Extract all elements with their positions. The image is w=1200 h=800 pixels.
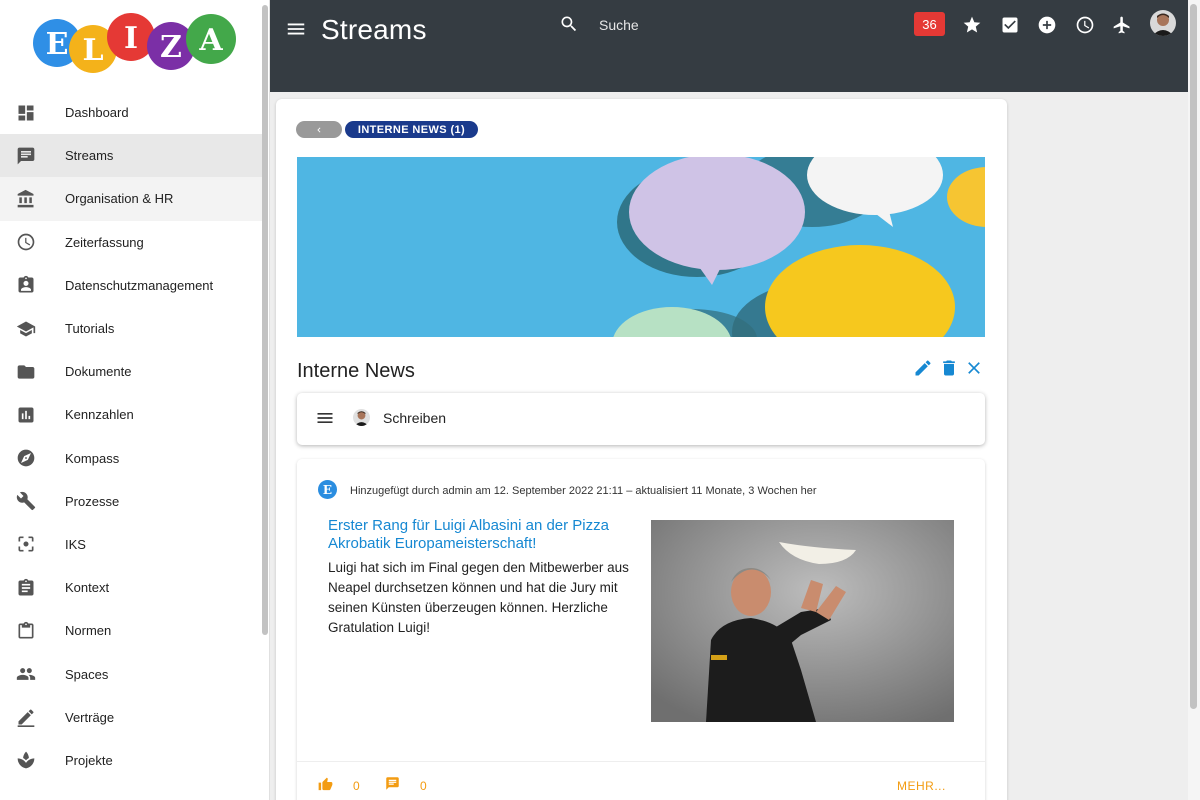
sidebar-item-label: Tutorials xyxy=(65,321,115,337)
svg-text:Z: Z xyxy=(160,30,182,65)
page-title: Streams xyxy=(321,14,427,45)
sidebar-item-label: Dokumente xyxy=(65,364,132,380)
sidebar-item-label: Prozesse xyxy=(65,493,120,509)
sidebar-item-spaces[interactable]: Spaces xyxy=(0,652,262,695)
clock-icon xyxy=(15,231,37,253)
sidebar-item-dokumente[interactable]: Dokumente xyxy=(0,350,262,393)
thumbs-up-icon[interactable] xyxy=(318,777,334,793)
edit-icon[interactable] xyxy=(913,358,933,378)
sidebar-item-datenschutzmanagement[interactable]: Datenschutzmanagement xyxy=(0,264,262,307)
comment-count: 0 xyxy=(420,779,427,793)
sidebar-scrollbar[interactable] xyxy=(262,5,268,635)
sidebar-item-streams[interactable]: Streams xyxy=(0,134,262,178)
top-header: Streams 36 xyxy=(270,0,1188,92)
clipboard-icon xyxy=(15,620,37,642)
post-body: Luigi hat sich im Final gegen den Mitbew… xyxy=(328,560,629,635)
write-label: Schreiben xyxy=(383,410,447,426)
dashboard-icon xyxy=(15,102,37,124)
sidebar-item-label: Kontext xyxy=(65,580,110,596)
menu-icon[interactable] xyxy=(315,408,335,428)
add-circle-icon[interactable] xyxy=(1036,14,1058,36)
sidebar-item-prozesse[interactable]: Prozesse xyxy=(0,480,262,523)
sidebar-item-normen[interactable]: Normen xyxy=(0,609,262,652)
stream-chip[interactable]: INTERNE NEWS (1) xyxy=(345,121,478,138)
sidebar-item-label: Projekte xyxy=(65,752,113,768)
post-image[interactable] xyxy=(651,520,954,722)
star-icon[interactable] xyxy=(961,14,983,36)
news-post: E Hinzugefügt durch admin am 12. Septemb… xyxy=(297,459,985,800)
close-icon[interactable] xyxy=(964,358,984,378)
sidebar-item-vertraege[interactable]: Verträge xyxy=(0,696,262,739)
sidebar: E L I Z A Dashboard Streams Organisation… xyxy=(0,0,270,800)
section-title: Interne News xyxy=(297,360,415,382)
menu-icon[interactable] xyxy=(285,18,307,40)
more-link[interactable]: MEHR... xyxy=(897,779,946,793)
clock-icon[interactable] xyxy=(1074,14,1096,36)
sidebar-item-kompass[interactable]: Kompass xyxy=(0,437,262,480)
search-input[interactable] xyxy=(599,14,849,36)
sidebar-item-iks[interactable]: IKS xyxy=(0,523,262,566)
svg-text:A: A xyxy=(198,23,223,58)
like-count: 0 xyxy=(353,779,360,793)
sidebar-item-dashboard[interactable]: Dashboard xyxy=(0,91,262,134)
sidebar-item-label: Verträge xyxy=(65,709,115,725)
svg-text:I: I xyxy=(124,21,138,56)
svg-text:L: L xyxy=(82,33,103,68)
search-icon[interactable] xyxy=(559,14,581,36)
assignment-icon xyxy=(15,577,37,599)
stream-banner-image xyxy=(297,157,985,337)
avatar xyxy=(353,409,370,426)
sidebar-item-label: Organisation & HR xyxy=(65,191,174,207)
post-divider xyxy=(297,761,985,762)
sidebar-item-label: Dashboard xyxy=(65,105,129,121)
back-button[interactable] xyxy=(296,121,342,138)
sidebar-nav: Dashboard Streams Organisation & HR Zeit… xyxy=(0,91,262,782)
pen-icon xyxy=(15,706,37,728)
folder-icon xyxy=(15,361,37,383)
eliza-logo[interactable]: E L I Z A xyxy=(30,8,245,78)
sidebar-item-label: Spaces xyxy=(65,666,109,682)
chevron-left-icon xyxy=(317,127,321,132)
focus-icon xyxy=(15,533,37,555)
chat-icon xyxy=(15,145,37,167)
spa-icon xyxy=(15,749,37,771)
sidebar-item-projekte[interactable]: Projekte xyxy=(0,739,262,782)
sidebar-item-tutorials[interactable]: Tutorials xyxy=(0,307,262,350)
airplane-icon[interactable] xyxy=(1111,14,1133,36)
sidebar-item-label: Datenschutzmanagement xyxy=(65,277,214,293)
bar-chart-icon xyxy=(15,404,37,426)
sidebar-item-zeiterfassung[interactable]: Zeiterfassung xyxy=(0,221,262,264)
sidebar-item-label: Zeiterfassung xyxy=(65,234,144,250)
sidebar-item-organisation-hr[interactable]: Organisation & HR xyxy=(0,177,262,221)
sidebar-item-label: IKS xyxy=(65,536,86,552)
post-title[interactable]: Erster Rang für Luigi Albasini an der Pi… xyxy=(328,517,638,552)
checkbox-icon[interactable] xyxy=(999,14,1021,36)
eliza-logo-icon: E xyxy=(318,480,337,499)
clipboard-user-icon xyxy=(15,274,37,296)
stream-card: INTERNE NEWS (1) Interne News Schreiben … xyxy=(276,99,1007,800)
graduation-cap-icon xyxy=(15,318,37,340)
sidebar-item-label: Streams xyxy=(65,148,114,164)
svg-text:E: E xyxy=(46,27,69,62)
sidebar-item-label: Kennzahlen xyxy=(65,407,134,423)
write-post-box[interactable]: Schreiben xyxy=(297,393,985,445)
sidebar-item-label: Kompass xyxy=(65,450,120,466)
user-avatar[interactable] xyxy=(1150,10,1176,36)
bank-icon xyxy=(15,188,37,210)
notification-badge[interactable]: 36 xyxy=(914,12,945,36)
delete-icon[interactable] xyxy=(939,358,959,378)
comment-icon[interactable] xyxy=(385,776,401,792)
people-icon xyxy=(15,663,37,685)
sidebar-item-kontext[interactable]: Kontext xyxy=(0,566,262,609)
post-meta: Hinzugefügt durch admin am 12. September… xyxy=(350,485,817,497)
compass-icon xyxy=(15,447,37,469)
sidebar-item-kennzahlen[interactable]: Kennzahlen xyxy=(0,393,262,436)
wrench-icon xyxy=(15,490,37,512)
sidebar-item-label: Normen xyxy=(65,623,112,639)
page-scrollbar[interactable] xyxy=(1190,4,1197,709)
